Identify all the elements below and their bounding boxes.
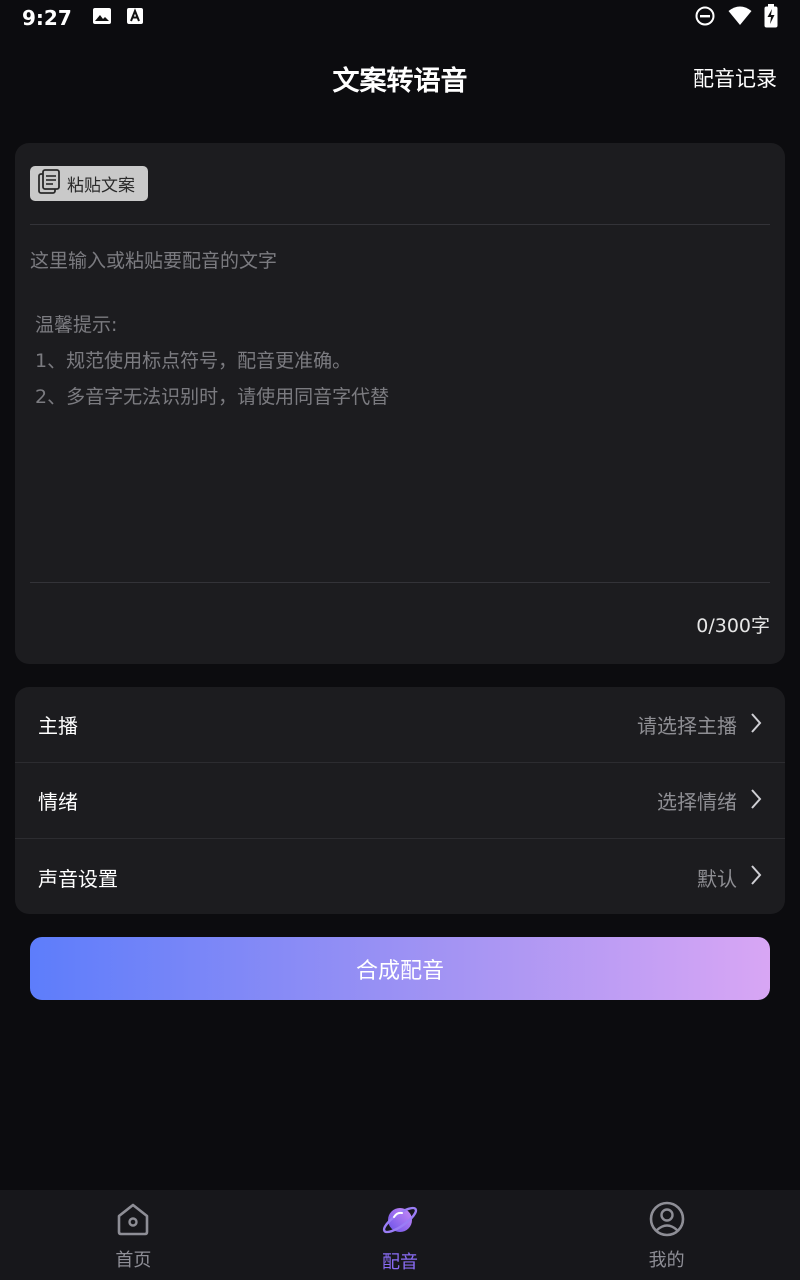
emotion-selector-row[interactable]: 情绪 选择情绪 <box>15 763 785 839</box>
tips-block: 温馨提示: 1、规范使用标点符号，配音更准确。 2、多音字无法识别时，请使用同音… <box>30 307 770 415</box>
bottom-nav: 首页 配音 我的 <box>0 1190 800 1280</box>
status-time: 9:27 <box>22 6 72 30</box>
battery-charging-icon <box>764 4 778 32</box>
font-a-icon <box>126 7 144 29</box>
nav-label: 我的 <box>648 1250 685 1271</box>
page-title: 文案转语音 <box>332 65 468 97</box>
dubbing-history-link[interactable]: 配音记录 <box>693 63 777 93</box>
text-placeholder: 这里输入或粘贴要配音的文字 <box>30 250 278 272</box>
planet-icon <box>380 1200 420 1244</box>
clipboard-icon <box>35 168 63 200</box>
nav-item-dubbing[interactable]: 配音 <box>267 1190 534 1280</box>
divider <box>30 224 770 225</box>
row-label: 声音设置 <box>38 866 118 891</box>
tip-item: 1、规范使用标点符号，配音更准确。 <box>35 350 352 372</box>
nav-item-home[interactable]: 首页 <box>0 1190 267 1280</box>
tips-title: 温馨提示: <box>35 314 118 336</box>
divider <box>30 582 770 583</box>
profile-icon <box>648 1200 686 1242</box>
image-icon <box>92 6 112 30</box>
nav-label: 配音 <box>382 1252 418 1273</box>
wifi-icon <box>728 6 752 30</box>
voice-settings-card: 主播 请选择主播 情绪 选择情绪 声音设置 默认 <box>15 687 785 914</box>
voice-settings-row[interactable]: 声音设置 默认 <box>15 839 785 914</box>
row-value: 默认 <box>697 866 737 891</box>
app-header: 文案转语音 配音记录 <box>0 36 800 120</box>
chevron-right-icon <box>749 712 763 738</box>
status-bar: 9:27 <box>0 0 800 36</box>
chevron-right-icon <box>749 864 763 890</box>
tip-item: 2、多音字无法识别时，请使用同音字代替 <box>35 386 390 408</box>
char-counter: 0/300字 <box>696 615 770 637</box>
chevron-right-icon <box>749 788 763 814</box>
row-label: 情绪 <box>38 790 78 814</box>
text-editor-card: 粘贴文案 这里输入或粘贴要配音的文字 温馨提示: 1、规范使用标点符号，配音更准… <box>15 143 785 664</box>
nav-item-profile[interactable]: 我的 <box>533 1190 800 1280</box>
paste-text-label: 粘贴文案 <box>67 176 135 196</box>
paste-text-button[interactable]: 粘贴文案 <box>30 166 148 201</box>
text-input-area[interactable]: 这里输入或粘贴要配音的文字 温馨提示: 1、规范使用标点符号，配音更准确。 2、… <box>30 243 770 573</box>
home-icon <box>114 1200 152 1242</box>
row-label: 主播 <box>38 714 78 738</box>
synthesize-button[interactable]: 合成配音 <box>30 937 770 1000</box>
row-value: 选择情绪 <box>657 790 737 814</box>
nav-label: 首页 <box>115 1250 152 1271</box>
do-not-disturb-icon <box>694 5 716 31</box>
anchor-selector-row[interactable]: 主播 请选择主播 <box>15 687 785 763</box>
row-value: 请选择主播 <box>637 714 737 738</box>
